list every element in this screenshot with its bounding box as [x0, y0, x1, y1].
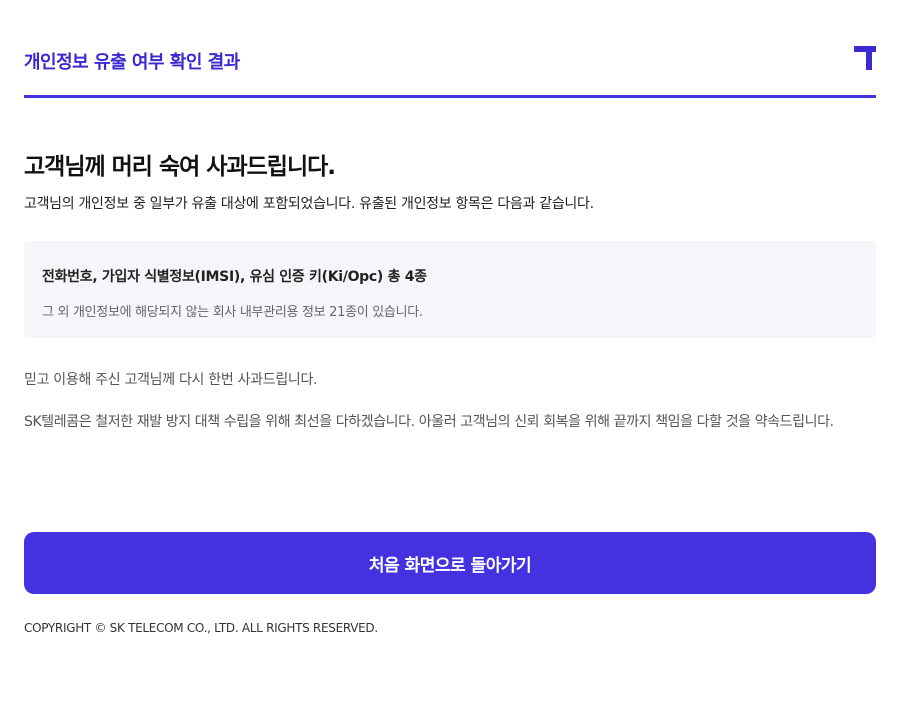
commitment-text: SK텔레콤은 철저한 재발 방지 대책 수립을 위해 최선을 다하겠습니다. 아…: [24, 414, 834, 430]
leaked-info-box: 전화번호, 가입자 식별정보(IMSI), 유심 인증 키(Ki/Opc) 총 …: [24, 241, 876, 338]
return-home-button[interactable]: 처음 화면으로 돌아가기: [24, 532, 876, 594]
apology-headline: 고객님께 머리 숙여 사과드립니다.: [24, 154, 336, 180]
intro-text: 고객님의 개인정보 중 일부가 유출 대상에 포함되었습니다. 유출된 개인정보…: [24, 196, 594, 212]
page-title: 개인정보 유출 여부 확인 결과: [24, 52, 240, 73]
page-header: 개인정보 유출 여부 확인 결과: [24, 0, 876, 98]
additional-info-note: 그 외 개인정보에 해당되지 않는 회사 내부관리용 정보 21종이 있습니다.: [42, 305, 423, 320]
result-page: 개인정보 유출 여부 확인 결과 고객님께 머리 숙여 사과드립니다. 고객님의…: [0, 0, 900, 714]
leaked-items-text: 전화번호, 가입자 식별정보(IMSI), 유심 인증 키(Ki/Opc) 총 …: [42, 269, 427, 285]
apology-text: 믿고 이용해 주신 고객님께 다시 한번 사과드립니다.: [24, 372, 318, 388]
footer-copyright: COPYRIGHT © SK TELECOM CO., LTD. ALL RIG…: [24, 621, 378, 635]
sk-telecom-logo-icon: [854, 46, 876, 70]
